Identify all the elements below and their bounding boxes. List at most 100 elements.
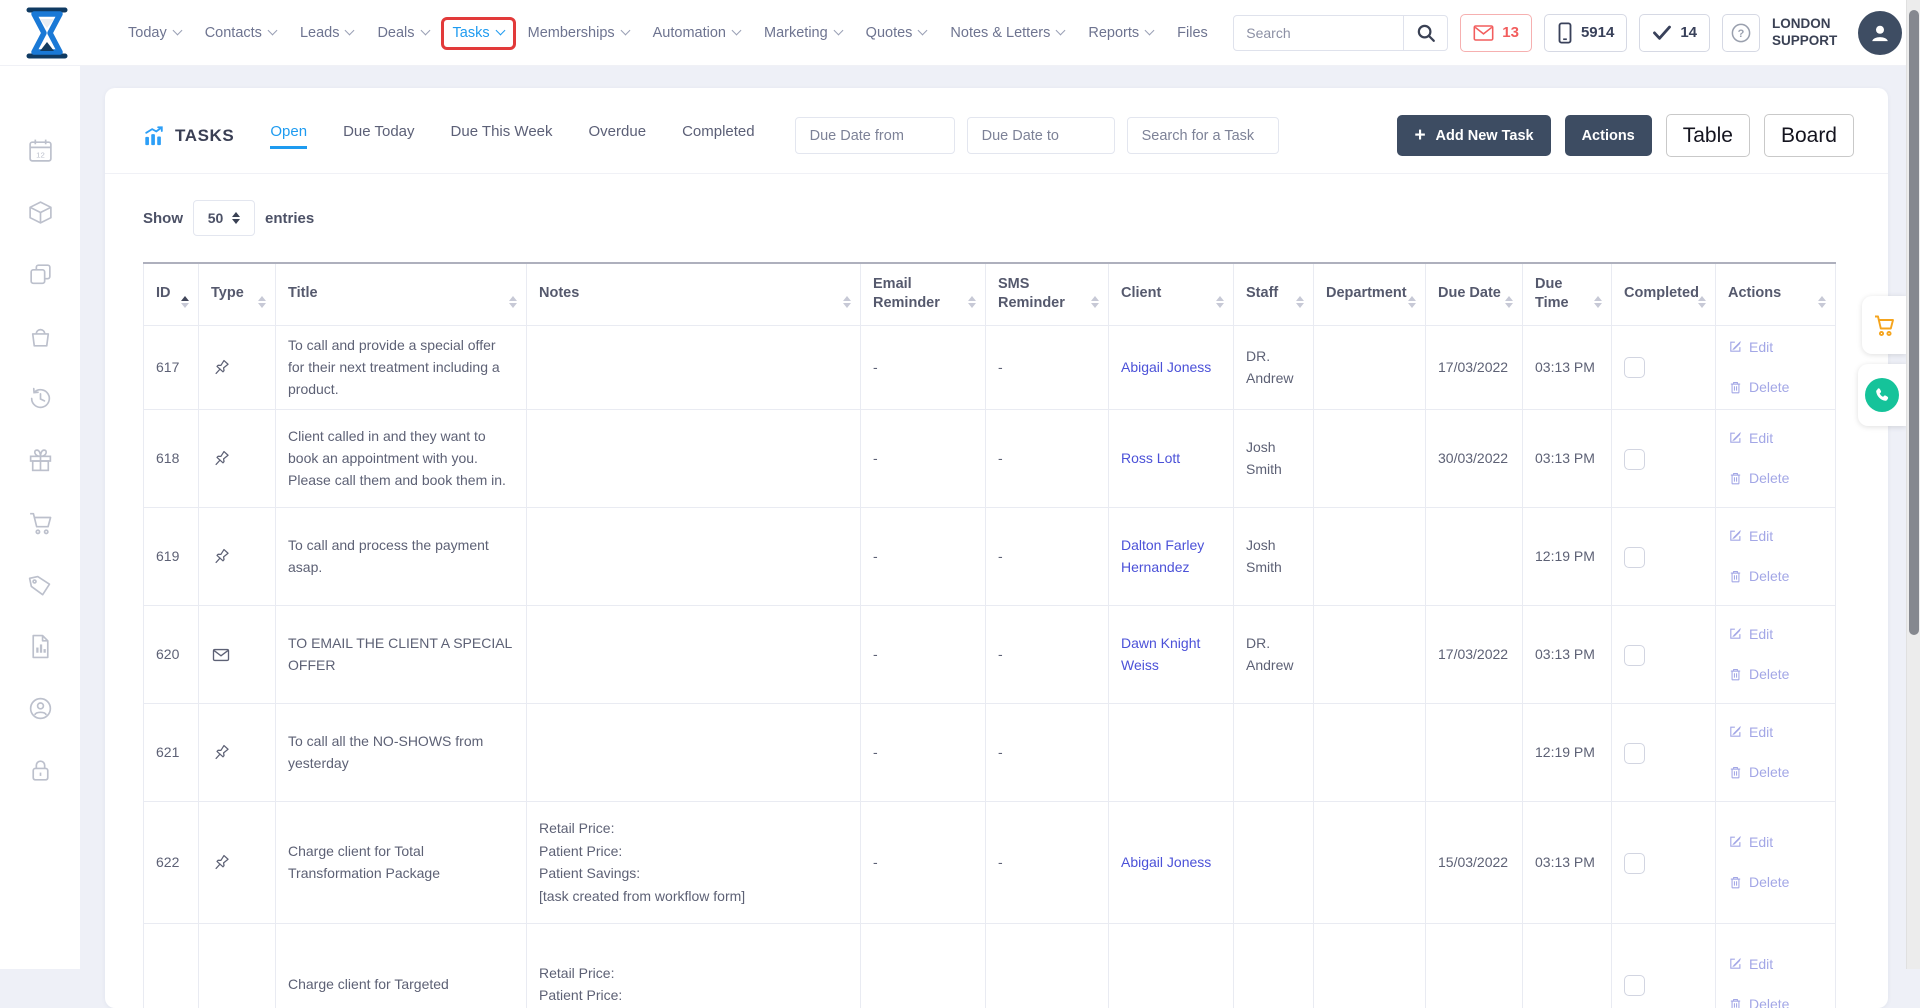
search-task-input[interactable]: [1127, 117, 1279, 154]
completed-checkbox[interactable]: [1624, 449, 1645, 470]
actions-button[interactable]: Actions: [1565, 115, 1652, 156]
sidebar-item-gift[interactable]: [26, 446, 54, 474]
nav-item-memberships[interactable]: Memberships: [528, 25, 629, 41]
tab-completed[interactable]: Completed: [682, 123, 755, 149]
nav-item-quotes[interactable]: Quotes: [866, 25, 927, 41]
search-icon[interactable]: [1403, 16, 1447, 50]
nav-item-notes-letters[interactable]: Notes & Letters: [950, 25, 1064, 41]
sidebar-item-cart[interactable]: [26, 508, 54, 536]
client-link[interactable]: Abigail Joness: [1121, 359, 1211, 375]
help-button[interactable]: ?: [1722, 14, 1760, 52]
app-logo-hourglass-icon[interactable]: [24, 6, 70, 60]
completed-checkbox[interactable]: [1624, 853, 1645, 874]
phone-calls-button[interactable]: 5914: [1544, 14, 1627, 52]
sidebar-item-history[interactable]: [26, 384, 54, 412]
sidebar-item-reports[interactable]: [26, 632, 54, 660]
edit-link[interactable]: Edit: [1728, 831, 1823, 853]
delete-link[interactable]: Delete: [1728, 565, 1823, 587]
column-header-type[interactable]: Type: [199, 263, 276, 325]
tab-due-this-week[interactable]: Due This Week: [451, 123, 553, 149]
delete-link[interactable]: Delete: [1728, 761, 1823, 783]
board-view-button[interactable]: Board: [1764, 114, 1854, 157]
edit-link[interactable]: Edit: [1728, 721, 1823, 743]
sort-icon[interactable]: [1408, 296, 1416, 308]
nav-item-marketing[interactable]: Marketing: [764, 25, 842, 41]
sidebar-item-calendar[interactable]: 12: [26, 136, 54, 164]
search-input[interactable]: [1234, 25, 1403, 41]
edit-link[interactable]: Edit: [1728, 525, 1823, 547]
client-link[interactable]: Dawn Knight Weiss: [1121, 635, 1200, 673]
sidebar-item-tags[interactable]: [26, 570, 54, 598]
mail-notifications-button[interactable]: 13: [1460, 14, 1532, 52]
completed-checkbox[interactable]: [1624, 547, 1645, 568]
column-header-sms-reminder[interactable]: SMS Reminder: [986, 263, 1109, 325]
column-header-department[interactable]: Department: [1314, 263, 1426, 325]
sidebar-item-account[interactable]: [26, 694, 54, 722]
column-header-due-time[interactable]: Due Time: [1523, 263, 1612, 325]
completed-checkbox[interactable]: [1624, 645, 1645, 666]
sort-icon[interactable]: [181, 296, 189, 308]
tab-overdue[interactable]: Overdue: [589, 123, 647, 149]
client-link[interactable]: Dalton Farley Hernandez: [1121, 537, 1204, 575]
page-scrollbar[interactable]: [1906, 0, 1920, 969]
column-header-due-date[interactable]: Due Date: [1426, 263, 1523, 325]
client-link[interactable]: Ross Lott: [1121, 450, 1180, 466]
edit-link[interactable]: Edit: [1728, 953, 1823, 975]
sort-icon[interactable]: [1698, 296, 1706, 308]
delete-link[interactable]: Delete: [1728, 871, 1823, 893]
delete-link[interactable]: Delete: [1728, 376, 1823, 398]
sort-icon[interactable]: [843, 296, 851, 308]
column-header-client[interactable]: Client: [1109, 263, 1234, 325]
sort-icon[interactable]: [1216, 296, 1224, 308]
completed-tasks-button[interactable]: 14: [1639, 14, 1710, 52]
due-date-to-input[interactable]: [967, 117, 1115, 154]
table-view-button[interactable]: Table: [1666, 114, 1750, 157]
tab-due-today[interactable]: Due Today: [343, 123, 414, 149]
nav-item-deals[interactable]: Deals: [377, 25, 428, 41]
nav-item-leads[interactable]: Leads: [300, 25, 354, 41]
edit-link[interactable]: Edit: [1728, 427, 1823, 449]
sort-icon[interactable]: [1505, 296, 1513, 308]
due-date-from-input[interactable]: [795, 117, 955, 154]
column-header-id[interactable]: ID: [144, 263, 199, 325]
user-avatar[interactable]: [1858, 11, 1902, 55]
entries-per-page-select[interactable]: 50: [193, 200, 255, 236]
sort-icon[interactable]: [258, 296, 266, 308]
scrollbar-thumb[interactable]: [1909, 10, 1919, 635]
completed-checkbox[interactable]: [1624, 975, 1645, 996]
nav-item-today[interactable]: Today: [128, 25, 181, 41]
nav-item-tasks[interactable]: Tasks: [453, 25, 504, 41]
delete-link[interactable]: Delete: [1728, 993, 1823, 1008]
column-header-actions[interactable]: Actions: [1716, 263, 1836, 325]
nav-item-reports[interactable]: Reports: [1088, 25, 1153, 41]
edit-link[interactable]: Edit: [1728, 623, 1823, 645]
delete-link[interactable]: Delete: [1728, 467, 1823, 489]
client-link[interactable]: Abigail Joness: [1121, 854, 1211, 870]
sort-icon[interactable]: [1818, 296, 1826, 308]
floating-cart-widget[interactable]: [1862, 296, 1906, 354]
edit-link[interactable]: Edit: [1728, 336, 1823, 358]
completed-checkbox[interactable]: [1624, 743, 1645, 764]
nav-item-contacts[interactable]: Contacts: [205, 25, 276, 41]
column-header-title[interactable]: Title: [276, 263, 527, 325]
sidebar-item-basket[interactable]: [26, 322, 54, 350]
sidebar-item-pages[interactable]: [26, 260, 54, 288]
column-header-staff[interactable]: Staff: [1234, 263, 1314, 325]
completed-checkbox[interactable]: [1624, 357, 1645, 378]
sort-icon[interactable]: [1091, 296, 1099, 308]
column-header-email-reminder[interactable]: Email Reminder: [861, 263, 986, 325]
sort-icon[interactable]: [968, 296, 976, 308]
sort-icon[interactable]: [509, 296, 517, 308]
sort-icon[interactable]: [1594, 296, 1602, 308]
column-header-notes[interactable]: Notes: [527, 263, 861, 325]
sidebar-item-products[interactable]: [26, 198, 54, 226]
add-new-task-button[interactable]: +Add New Task: [1397, 115, 1550, 156]
sort-icon[interactable]: [1296, 296, 1304, 308]
nav-item-automation[interactable]: Automation: [653, 25, 740, 41]
nav-item-files[interactable]: Files: [1177, 25, 1208, 41]
tab-open[interactable]: Open: [270, 123, 307, 149]
sidebar-item-lock[interactable]: [26, 756, 54, 784]
column-header-completed[interactable]: Completed: [1612, 263, 1716, 325]
floating-phone-widget[interactable]: [1858, 364, 1906, 426]
delete-link[interactable]: Delete: [1728, 663, 1823, 685]
